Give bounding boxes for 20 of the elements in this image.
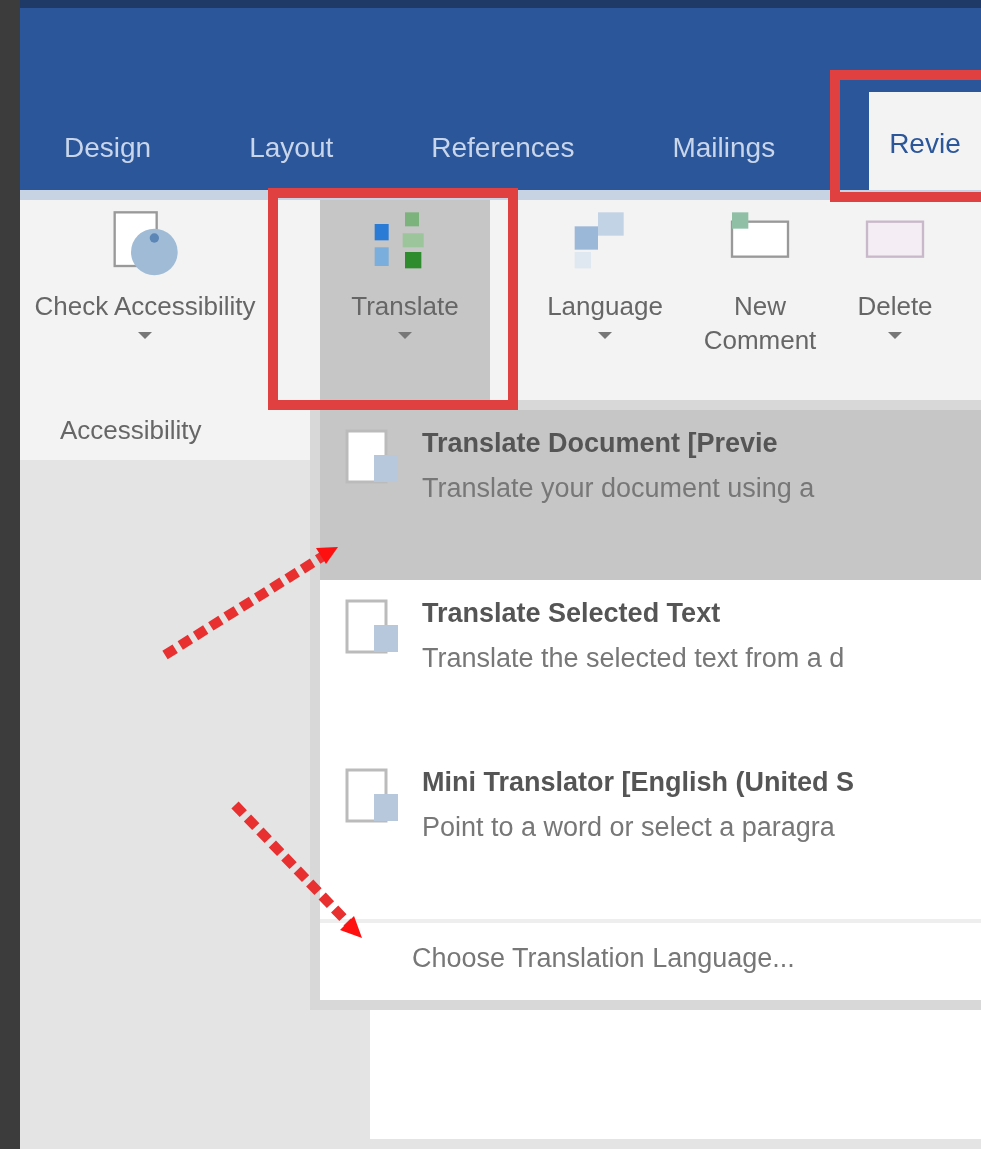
menu-item[interactable]: Translate Selected Text Translate the selected text from a d: [320, 579, 981, 750]
ribbon-button[interactable]: Check Accessibility: [20, 200, 270, 410]
menu-item-title: Mini Translator [English (United S: [422, 767, 855, 799]
menu-item-title: Translate Selected Text: [422, 597, 722, 629]
menu-item-description: Translate the selected text from a d: [422, 642, 845, 674]
menu-item-description: Point to a word or select a paragra: [422, 812, 836, 844]
ribbon-tab[interactable]: References: [427, 132, 579, 190]
ribbon-tab[interactable]: Mailings: [668, 132, 780, 190]
group-label: Accessibility: [60, 415, 202, 446]
ribbon-button[interactable]: Language: [530, 200, 680, 410]
ribbon-tab[interactable]: Design: [60, 132, 156, 190]
ribbon-button[interactable]: New Comment: [680, 200, 840, 410]
ribbon-tab[interactable]: Revie: [869, 92, 981, 190]
menu-item[interactable]: Choose Translation Language...: [320, 919, 981, 1000]
menu-item-title: Translate Document [Previe: [422, 428, 779, 459]
menu-item[interactable]: Mini Translator [English (United S Point to a word or select a paragra: [320, 749, 981, 919]
ribbon-button[interactable]: Delete: [840, 200, 950, 410]
ribbon-tab[interactable]: Layout: [245, 132, 338, 190]
menu-item-description: Translate your document using a: [422, 473, 815, 504]
menu-item[interactable]: Translate Document [Previe Translate your document using a: [320, 410, 981, 580]
